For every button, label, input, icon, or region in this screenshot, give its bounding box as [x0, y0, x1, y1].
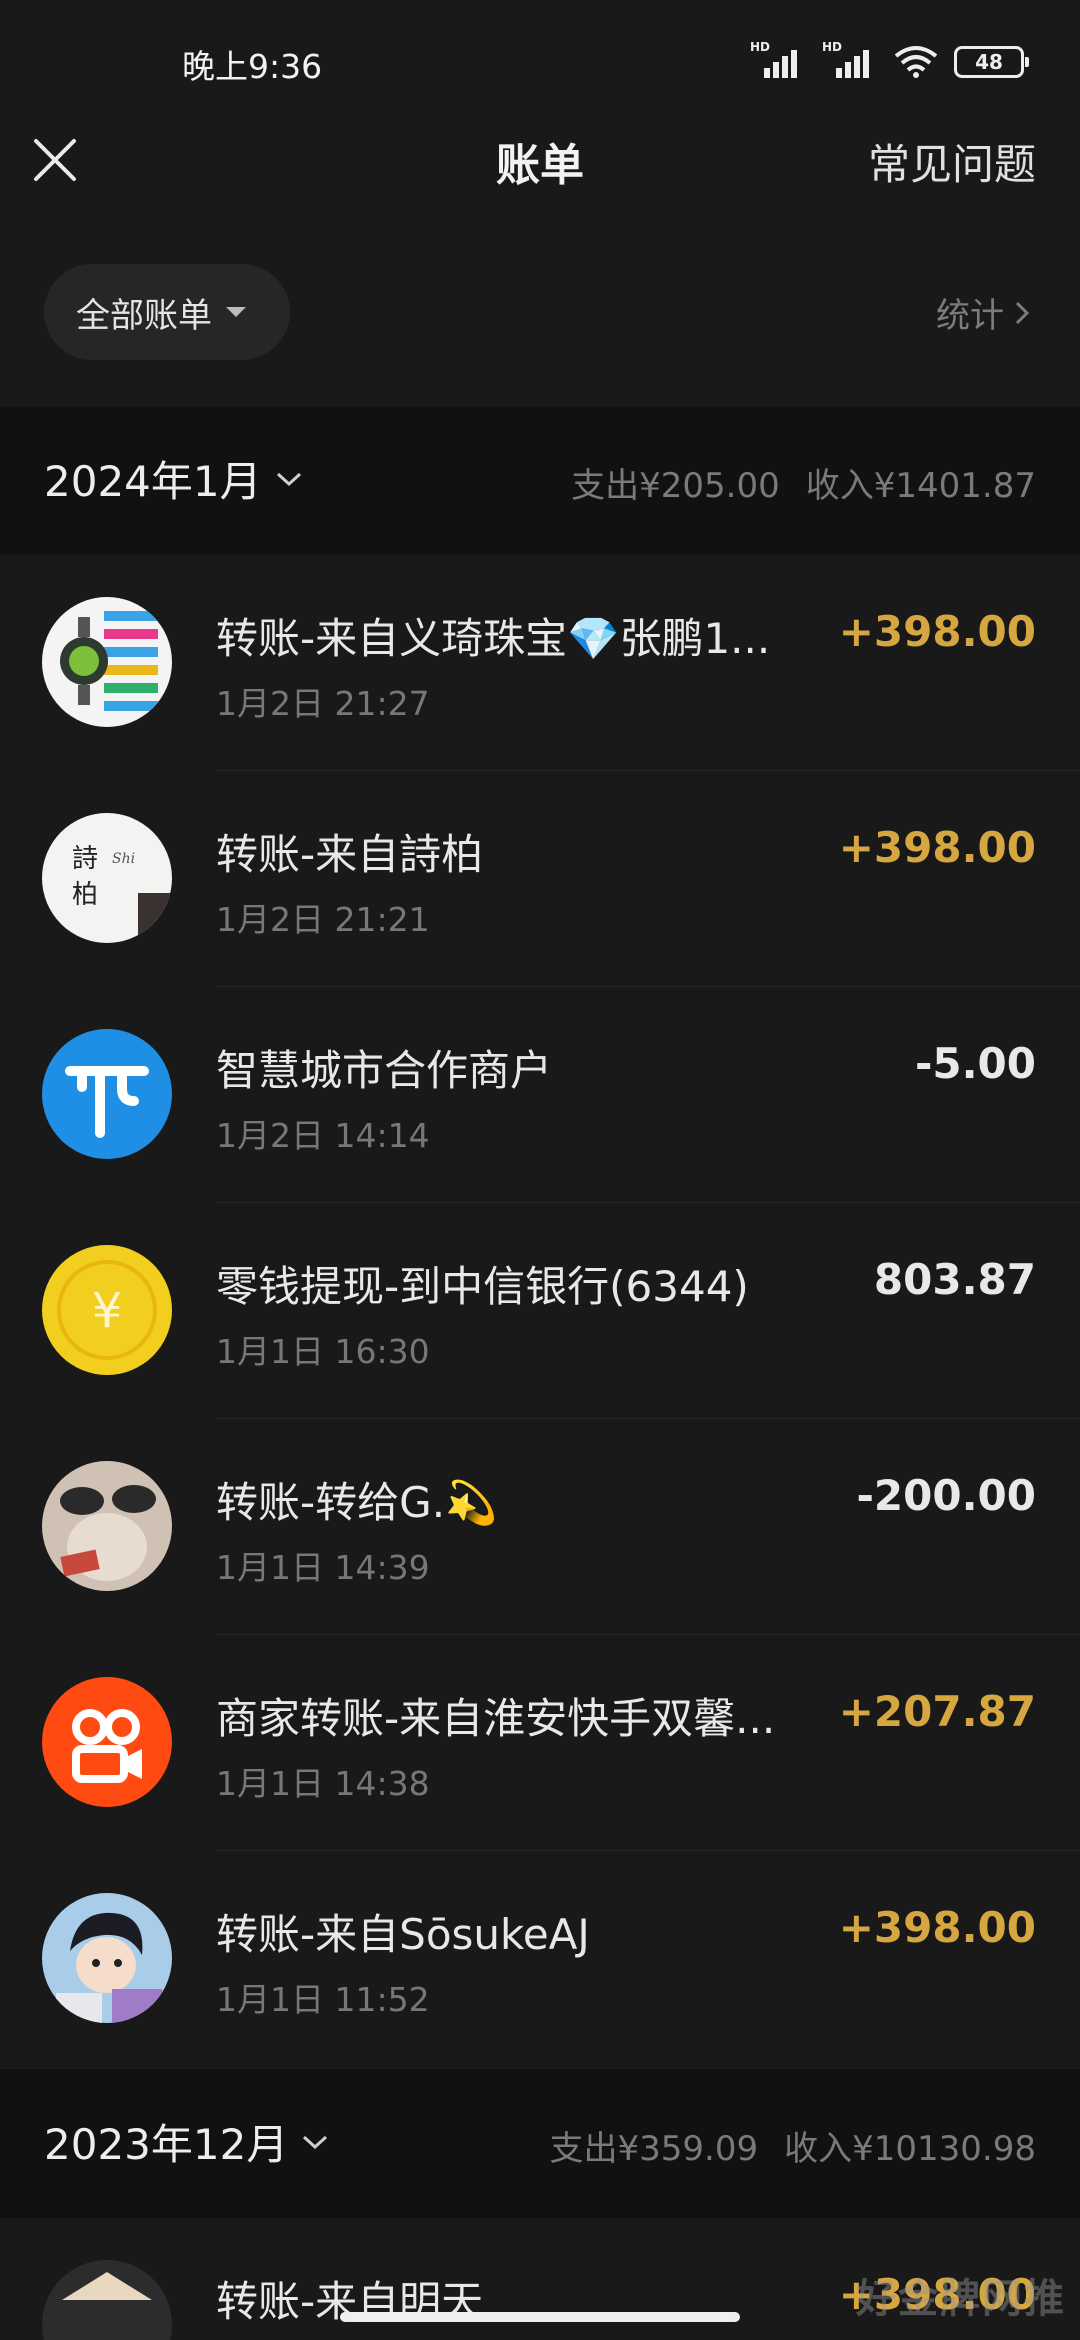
avatar	[42, 2260, 172, 2340]
transaction-time: 1月1日 14:39	[216, 1548, 430, 1587]
faq-link[interactable]: 常见问题	[868, 131, 1036, 192]
transaction-time: 1月1日 14:38	[216, 1764, 430, 1803]
transaction-time: 1月2日 14:14	[216, 1116, 430, 1155]
filter-label: 全部账单	[76, 295, 212, 336]
transaction-title: 转账-来自义琦珠宝💎张鹏1...	[216, 614, 771, 663]
smart-city-logo	[42, 1029, 172, 1159]
month-header[interactable]: 2023年12月 支出¥359.09 收入¥10130.98	[0, 2068, 1080, 2218]
chevron-down-icon	[303, 2135, 328, 2149]
month-income: 收入¥1401.87	[805, 466, 1036, 506]
signal-icon: HD	[822, 40, 878, 78]
chevron-right-icon	[1015, 301, 1030, 324]
transaction-amount: 803.87	[873, 1255, 1036, 1304]
transaction-row[interactable]: 商家转账-来自淮安快手双馨... 1月1日 14:38 +207.87	[0, 1635, 1080, 1851]
transaction-row[interactable]: ¥ 零钱提现-到中信银行(6344) 1月1日 16:30 803.87	[0, 1203, 1080, 1419]
svg-text:柏: 柏	[72, 880, 98, 910]
month-expense: 支出¥359.09	[549, 2129, 759, 2169]
battery-icon: 48	[954, 46, 1029, 78]
wifi-icon	[894, 46, 938, 78]
kuaishou-logo	[42, 1677, 172, 1807]
transaction-time: 1月1日 16:30	[216, 1332, 430, 1371]
month-title[interactable]: 2023年12月	[44, 2111, 330, 2172]
transaction-amount: -200.00	[856, 1471, 1036, 1520]
month-label: 2023年12月	[44, 2120, 289, 2169]
transaction-title: 转账-来自詩柏	[216, 830, 484, 879]
filter-row: 全部账单 统计	[0, 262, 1080, 402]
nav-bar: 账单 常见问题	[0, 125, 1080, 265]
month-title[interactable]: 2024年1月	[44, 448, 304, 509]
status-time: 晚上9:36	[182, 47, 323, 86]
transaction-title: 智慧城市合作商户	[216, 1046, 553, 1095]
month-label: 2024年1月	[44, 457, 262, 506]
transaction-time: 1月2日 21:21	[216, 900, 430, 939]
month-income: 收入¥10130.98	[784, 2129, 1036, 2169]
status-icons: HD HD 48	[750, 40, 1029, 78]
bill-filter-dropdown[interactable]: 全部账单	[44, 264, 290, 360]
transaction-title: 转账-来自SōsukeAJ	[216, 1910, 590, 1959]
home-indicator[interactable]	[340, 2312, 740, 2322]
stats-label: 统计	[936, 296, 1004, 336]
month-summary: 支出¥359.09 收入¥10130.98	[550, 2121, 1036, 2170]
transaction-row[interactable]: 转账-转给G.💫 1月1日 14:39 -200.00	[0, 1419, 1080, 1635]
photo-avatar	[42, 1461, 172, 1591]
transaction-amount: +207.87	[838, 1687, 1036, 1736]
transaction-row[interactable]: 转账-来自SōsukeAJ 1月1日 11:52 +398.00	[0, 1851, 1080, 2067]
transaction-amount: +398.00	[838, 823, 1036, 872]
battery-level: 48	[975, 50, 1003, 74]
stats-link[interactable]: 统计	[936, 288, 1032, 337]
transaction-amount: +398.00	[838, 607, 1036, 656]
caret-down-icon	[226, 307, 246, 317]
watermark: 好金牌网推	[856, 2276, 1066, 2322]
svg-text:¥: ¥	[92, 1283, 123, 1339]
month-header[interactable]: 2024年1月 支出¥205.00 收入¥1401.87	[0, 405, 1080, 555]
signal-icon: HD	[750, 40, 806, 78]
chevron-down-icon	[276, 472, 301, 486]
transaction-title: 零钱提现-到中信银行(6344)	[216, 1262, 749, 1311]
status-bar: 晚上9:36 HD HD 48	[0, 0, 1080, 125]
yuan-coin-icon: ¥	[42, 1245, 172, 1375]
transaction-row[interactable]: 转账-来自义琦珠宝💎张鹏1... 1月2日 21:27 +398.00	[0, 555, 1080, 771]
calligraphy-avatar: 詩 柏 Shi	[42, 813, 172, 943]
anime-avatar	[42, 1893, 172, 2023]
jewelry-shop-avatar	[42, 597, 172, 727]
svg-text:詩: 詩	[72, 844, 98, 874]
transaction-title: 转账-转给G.💫	[216, 1478, 498, 1527]
transaction-amount: -5.00	[914, 1039, 1036, 1088]
transaction-time: 1月1日 11:52	[216, 1980, 430, 2019]
transaction-list: 转账-来自义琦珠宝💎张鹏1... 1月2日 21:27 +398.00 詩 柏 …	[0, 555, 1080, 2067]
month-expense: 支出¥205.00	[571, 466, 780, 506]
transaction-amount: +398.00	[838, 1903, 1036, 1952]
transaction-time: 1月2日 21:27	[216, 684, 430, 723]
transaction-row[interactable]: 詩 柏 Shi 转账-来自詩柏 1月2日 21:21 +398.00	[0, 771, 1080, 987]
month-summary: 支出¥205.00 收入¥1401.87	[571, 458, 1036, 507]
transaction-title: 商家转账-来自淮安快手双馨...	[216, 1694, 776, 1743]
svg-text:Shi: Shi	[112, 851, 135, 867]
transaction-row[interactable]: 智慧城市合作商户 1月2日 14:14 -5.00	[0, 987, 1080, 1203]
